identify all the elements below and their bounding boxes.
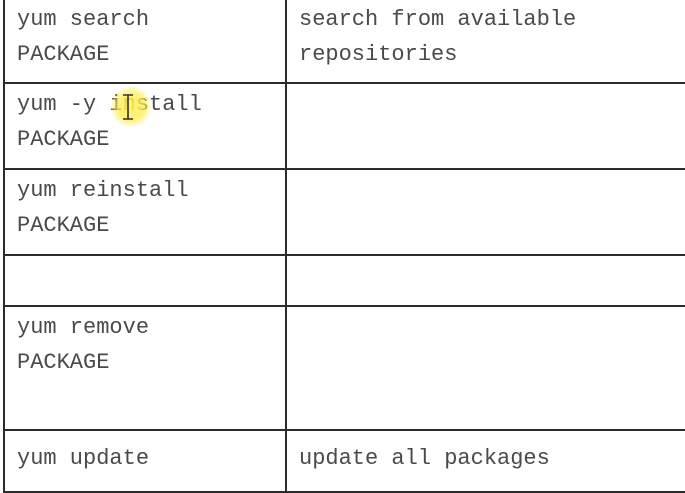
table-row: yum -y install PACKAGE [3,82,685,170]
yum-commands-table: yum search PACKAGE search from available… [3,0,685,493]
table-row [3,254,685,307]
description-cell: update all packages [285,429,685,493]
table-row: yum search PACKAGE search from available… [3,0,685,84]
command-cell [3,254,287,307]
description-text [288,257,685,259]
description-cell [285,254,685,307]
command-cell: yum reinstall PACKAGE [3,168,287,256]
command-text [6,257,284,259]
command-cell[interactable]: yum -y install PACKAGE [3,82,287,170]
command-text: yum search PACKAGE [17,7,150,67]
command-text[interactable]: yum -y install PACKAGE [6,85,284,157]
description-cell [285,168,685,256]
command-text: yum remove PACKAGE [17,315,150,375]
description-text [288,85,685,87]
command-text: yum reinstall PACKAGE [17,178,189,238]
description-text: search from available repositories [299,7,577,67]
description-cell [285,305,685,431]
table-row: yum reinstall PACKAGE [3,168,685,256]
description-text [288,308,685,310]
description-cell [285,82,685,170]
command-text: yum update [17,446,150,471]
description-text: update all packages [299,446,550,471]
table-row: yum update update all packages [3,429,685,493]
command-cell: yum update [3,429,287,493]
command-cell: yum remove PACKAGE [3,305,287,431]
command-cell: yum search PACKAGE [3,0,287,84]
description-text [288,171,685,173]
table-row: yum remove PACKAGE [3,305,685,431]
description-cell: search from available repositories [285,0,685,84]
